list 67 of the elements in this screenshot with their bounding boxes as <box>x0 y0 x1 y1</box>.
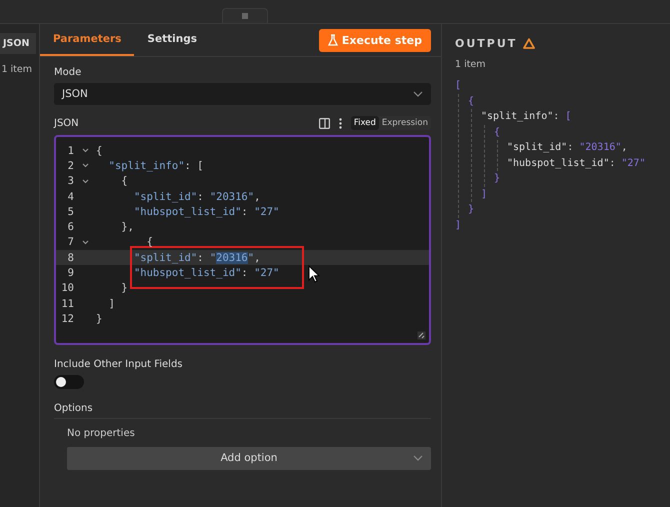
json-key: "split_id" <box>507 140 568 156</box>
chevron-icon <box>413 455 423 462</box>
code-line: "split_id": "20316", <box>132 190 260 203</box>
line-number: 12 <box>60 312 74 325</box>
json-colon: : <box>609 156 616 170</box>
code-line: { <box>146 236 153 248</box>
warning-icon <box>523 38 536 49</box>
field-label: Include Other Input Fields <box>54 358 184 370</box>
drag-handle[interactable] <box>222 8 268 23</box>
line-number: 2 <box>66 160 74 172</box>
json-bracket: ] <box>455 218 462 232</box>
field-label: Mode <box>54 67 82 78</box>
mode-dropdown[interactable]: JSON <box>54 83 431 105</box>
panel-icon[interactable] <box>318 118 330 128</box>
tab[interactable]: Settings <box>134 24 210 56</box>
line-number: 6 <box>66 221 74 234</box>
code-line: }, <box>120 221 134 234</box>
code-line: "hubspot_list_id": "27" <box>132 206 280 218</box>
code-line: ] <box>108 298 115 310</box>
code-line: "split_info": [ <box>108 160 204 172</box>
chevron-icon <box>413 91 423 97</box>
json-bracket: [ <box>565 110 572 124</box>
json-colon: : <box>553 110 560 124</box>
toggle-switch[interactable] <box>54 374 84 389</box>
section-label: Options <box>54 402 94 414</box>
line-number: 3 <box>66 175 74 188</box>
code-line: "hubspot_list_id": "27" <box>132 267 280 280</box>
json-key: "split_info" <box>481 109 554 124</box>
toggle-option[interactable]: Expression <box>378 116 431 130</box>
line-number: 8 <box>66 252 74 264</box>
code-line: } <box>96 312 102 325</box>
json-colon: : <box>567 141 574 155</box>
json-comma: , <box>621 141 628 155</box>
line-number: 5 <box>66 206 74 218</box>
json-value: "27" <box>621 156 646 170</box>
line-number: 11 <box>60 298 74 310</box>
field-label: JSON <box>54 118 79 128</box>
json-bracket: ] <box>481 188 488 202</box>
json-bracket: [ <box>455 79 462 93</box>
line-number: 4 <box>66 190 74 203</box>
item-count: 1 item <box>455 59 487 70</box>
more-icon[interactable] <box>338 118 342 128</box>
line-number: 7 <box>66 236 74 248</box>
code-editor[interactable]: 1 { 2 "split_info": [ 3 { 4 "split_id": "20316", 5 "hubspot_list_id": "27" 6 }, 7 { 8 "split_id": "20316", 9 "hubspot_list_id": "27" 10 } 11 ] 12 } <box>54 135 431 345</box>
resize-icon <box>417 330 426 340</box>
code-line: { <box>120 175 128 188</box>
flask-icon <box>328 34 338 46</box>
json-bracket: { <box>468 94 474 108</box>
code-line: "split_id": "20316", <box>132 252 260 264</box>
code-line: } <box>120 282 128 294</box>
json-bracket: } <box>494 172 500 186</box>
code-line: { <box>96 144 102 157</box>
line-number: 10 <box>60 282 74 294</box>
panel-title: OUTPUT <box>455 37 518 50</box>
json-key: "hubspot_list_id" <box>507 156 610 171</box>
add-option-dropdown[interactable]: Add option <box>67 446 431 470</box>
json-bracket: { <box>494 126 500 140</box>
json-bracket: } <box>468 203 474 217</box>
toggle-option[interactable]: Fixed <box>350 116 379 130</box>
empty-message: No properties <box>66 428 136 439</box>
json-tab[interactable]: JSON <box>0 33 36 54</box>
tab[interactable]: Parameters <box>40 24 134 56</box>
line-number: 1 <box>66 144 74 157</box>
line-number: 9 <box>66 267 74 280</box>
pointer-cursor-icon <box>308 265 320 283</box>
item-count: 1 item <box>0 64 33 75</box>
json-value: "20316" <box>579 141 622 155</box>
